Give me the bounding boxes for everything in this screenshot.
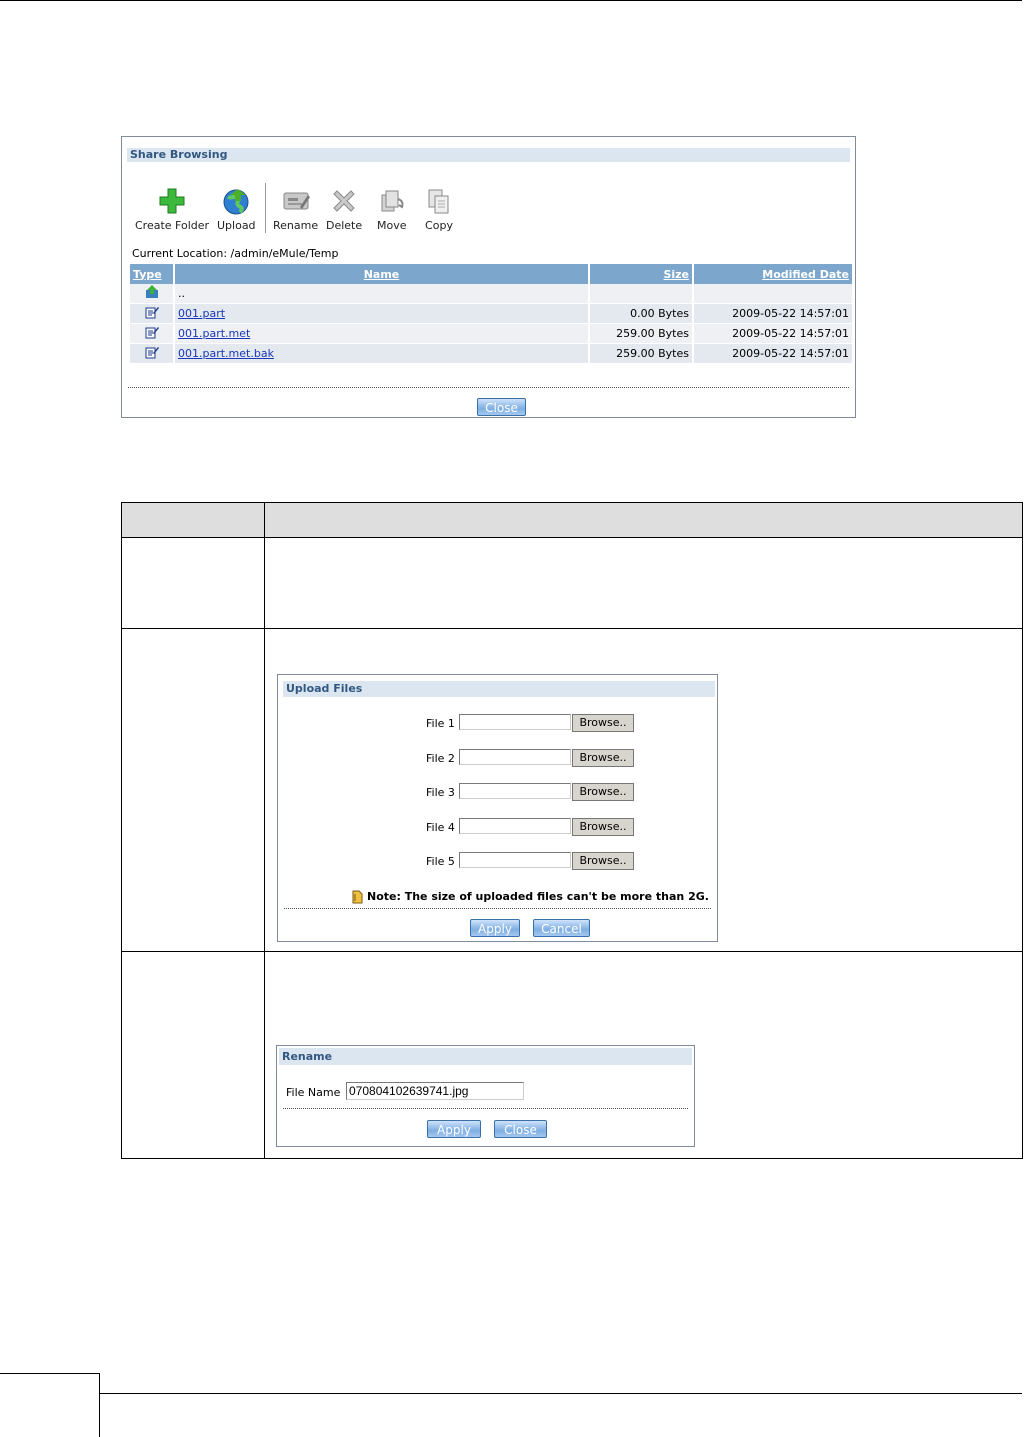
file-5-input[interactable] <box>459 852 571 868</box>
upload-button[interactable]: Upload <box>217 187 256 232</box>
upload-files-panel: Upload Files File 1 Browse.. File 2 Brow… <box>277 674 718 942</box>
delete-button[interactable]: Delete <box>326 187 362 232</box>
close-button[interactable]: Close <box>477 398 526 416</box>
panel-title: Rename <box>279 1048 692 1065</box>
file-2-browse-button[interactable]: Browse.. <box>572 749 634 767</box>
file-1-input[interactable] <box>459 714 571 730</box>
column-header-size[interactable]: Size <box>589 264 694 284</box>
apply-button[interactable]: Apply <box>470 919 520 937</box>
panel-title: Upload Files <box>283 681 715 697</box>
file-2-input[interactable] <box>459 749 571 765</box>
row-name[interactable]: 001.part <box>174 303 590 324</box>
current-location: Current Location: /admin/eMule/Temp <box>132 247 339 260</box>
column-header-type[interactable]: Type <box>130 264 175 284</box>
row-modified: 2009-05-22 14:57:01 <box>693 323 852 344</box>
file-link[interactable]: 001.part.met.bak <box>178 347 274 360</box>
file-3-label: File 3 <box>426 786 455 799</box>
cancel-button[interactable]: Cancel <box>533 919 590 937</box>
globe-upload-icon <box>222 187 250 215</box>
row-modified: 2009-05-22 14:57:01 <box>693 343 852 364</box>
row-name[interactable]: 001.part.met <box>174 323 590 344</box>
row-modified <box>693 284 852 304</box>
file-edit-icon <box>130 303 175 324</box>
rename-button[interactable]: Rename <box>273 187 318 232</box>
table-header-row <box>122 503 1022 538</box>
row-size <box>589 284 694 304</box>
close-button[interactable]: Close <box>494 1120 547 1138</box>
file-4-label: File 4 <box>426 821 455 834</box>
page-top-rule <box>0 0 1022 1</box>
file-4-browse-button[interactable]: Browse.. <box>572 818 634 836</box>
copy-button[interactable]: Copy <box>425 187 453 232</box>
table-row[interactable]: 001.part.met.bak 259.00 Bytes 2009-05-22… <box>130 343 852 364</box>
upload-size-note: Note: The size of uploaded files can't b… <box>367 890 709 903</box>
file-3-browse-button[interactable]: Browse.. <box>572 783 634 801</box>
row-size: 0.00 Bytes <box>589 303 694 324</box>
file-3-input[interactable] <box>459 783 571 799</box>
row-divider <box>122 951 1022 952</box>
create-folder-button[interactable]: Create Folder <box>135 187 209 232</box>
file-1-browse-button[interactable]: Browse.. <box>572 714 634 732</box>
divider <box>128 387 849 388</box>
row-name[interactable]: 001.part.met.bak <box>174 343 590 364</box>
note-icon <box>350 889 364 908</box>
parent-folder-icon <box>130 284 175 304</box>
row-size: 259.00 Bytes <box>589 343 694 364</box>
rename-icon <box>282 187 310 215</box>
file-name-label: File Name <box>286 1086 341 1099</box>
file-edit-icon <box>130 343 175 364</box>
row-size: 259.00 Bytes <box>589 323 694 344</box>
divider <box>284 908 711 909</box>
table-row[interactable]: 001.part 0.00 Bytes 2009-05-22 14:57:01 <box>130 303 852 324</box>
panel-title: Share Browsing <box>127 148 850 162</box>
file-name-input[interactable]: 070804102639741.jpg <box>346 1082 524 1100</box>
toolbar-separator <box>265 183 266 233</box>
file-5-label: File 5 <box>426 855 455 868</box>
file-4-input[interactable] <box>459 818 571 834</box>
footer-page-box <box>0 1373 100 1437</box>
row-modified: 2009-05-22 14:57:01 <box>693 303 852 324</box>
file-link[interactable]: 001.part <box>178 307 225 320</box>
move-button[interactable]: Move <box>377 187 407 232</box>
file-1-label: File 1 <box>426 717 455 730</box>
table-row[interactable]: .. <box>130 284 852 304</box>
file-5-browse-button[interactable]: Browse.. <box>572 852 634 870</box>
copy-icon <box>425 187 453 215</box>
row-name[interactable]: .. <box>174 284 590 304</box>
delete-x-icon <box>330 187 358 215</box>
file-edit-icon <box>130 323 175 344</box>
move-icon <box>378 187 406 215</box>
divider <box>283 1108 688 1109</box>
table-row[interactable]: 001.part.met 259.00 Bytes 2009-05-22 14:… <box>130 323 852 344</box>
rename-panel: Rename File Name 070804102639741.jpg App… <box>276 1045 695 1147</box>
column-header-name[interactable]: Name <box>174 264 590 284</box>
apply-button[interactable]: Apply <box>427 1120 481 1138</box>
file-table: Type Name Size Modified Date .. 001.part <box>130 264 852 364</box>
share-browsing-panel: Share Browsing Create Folder Upload Rena… <box>121 136 856 418</box>
file-2-label: File 2 <box>426 752 455 765</box>
column-divider <box>264 503 265 1158</box>
column-header-modified-date[interactable]: Modified Date <box>693 264 852 284</box>
row-divider <box>122 628 1022 629</box>
footer-rule <box>100 1393 1022 1394</box>
file-link[interactable]: 001.part.met <box>178 327 250 340</box>
plus-icon <box>158 187 186 215</box>
